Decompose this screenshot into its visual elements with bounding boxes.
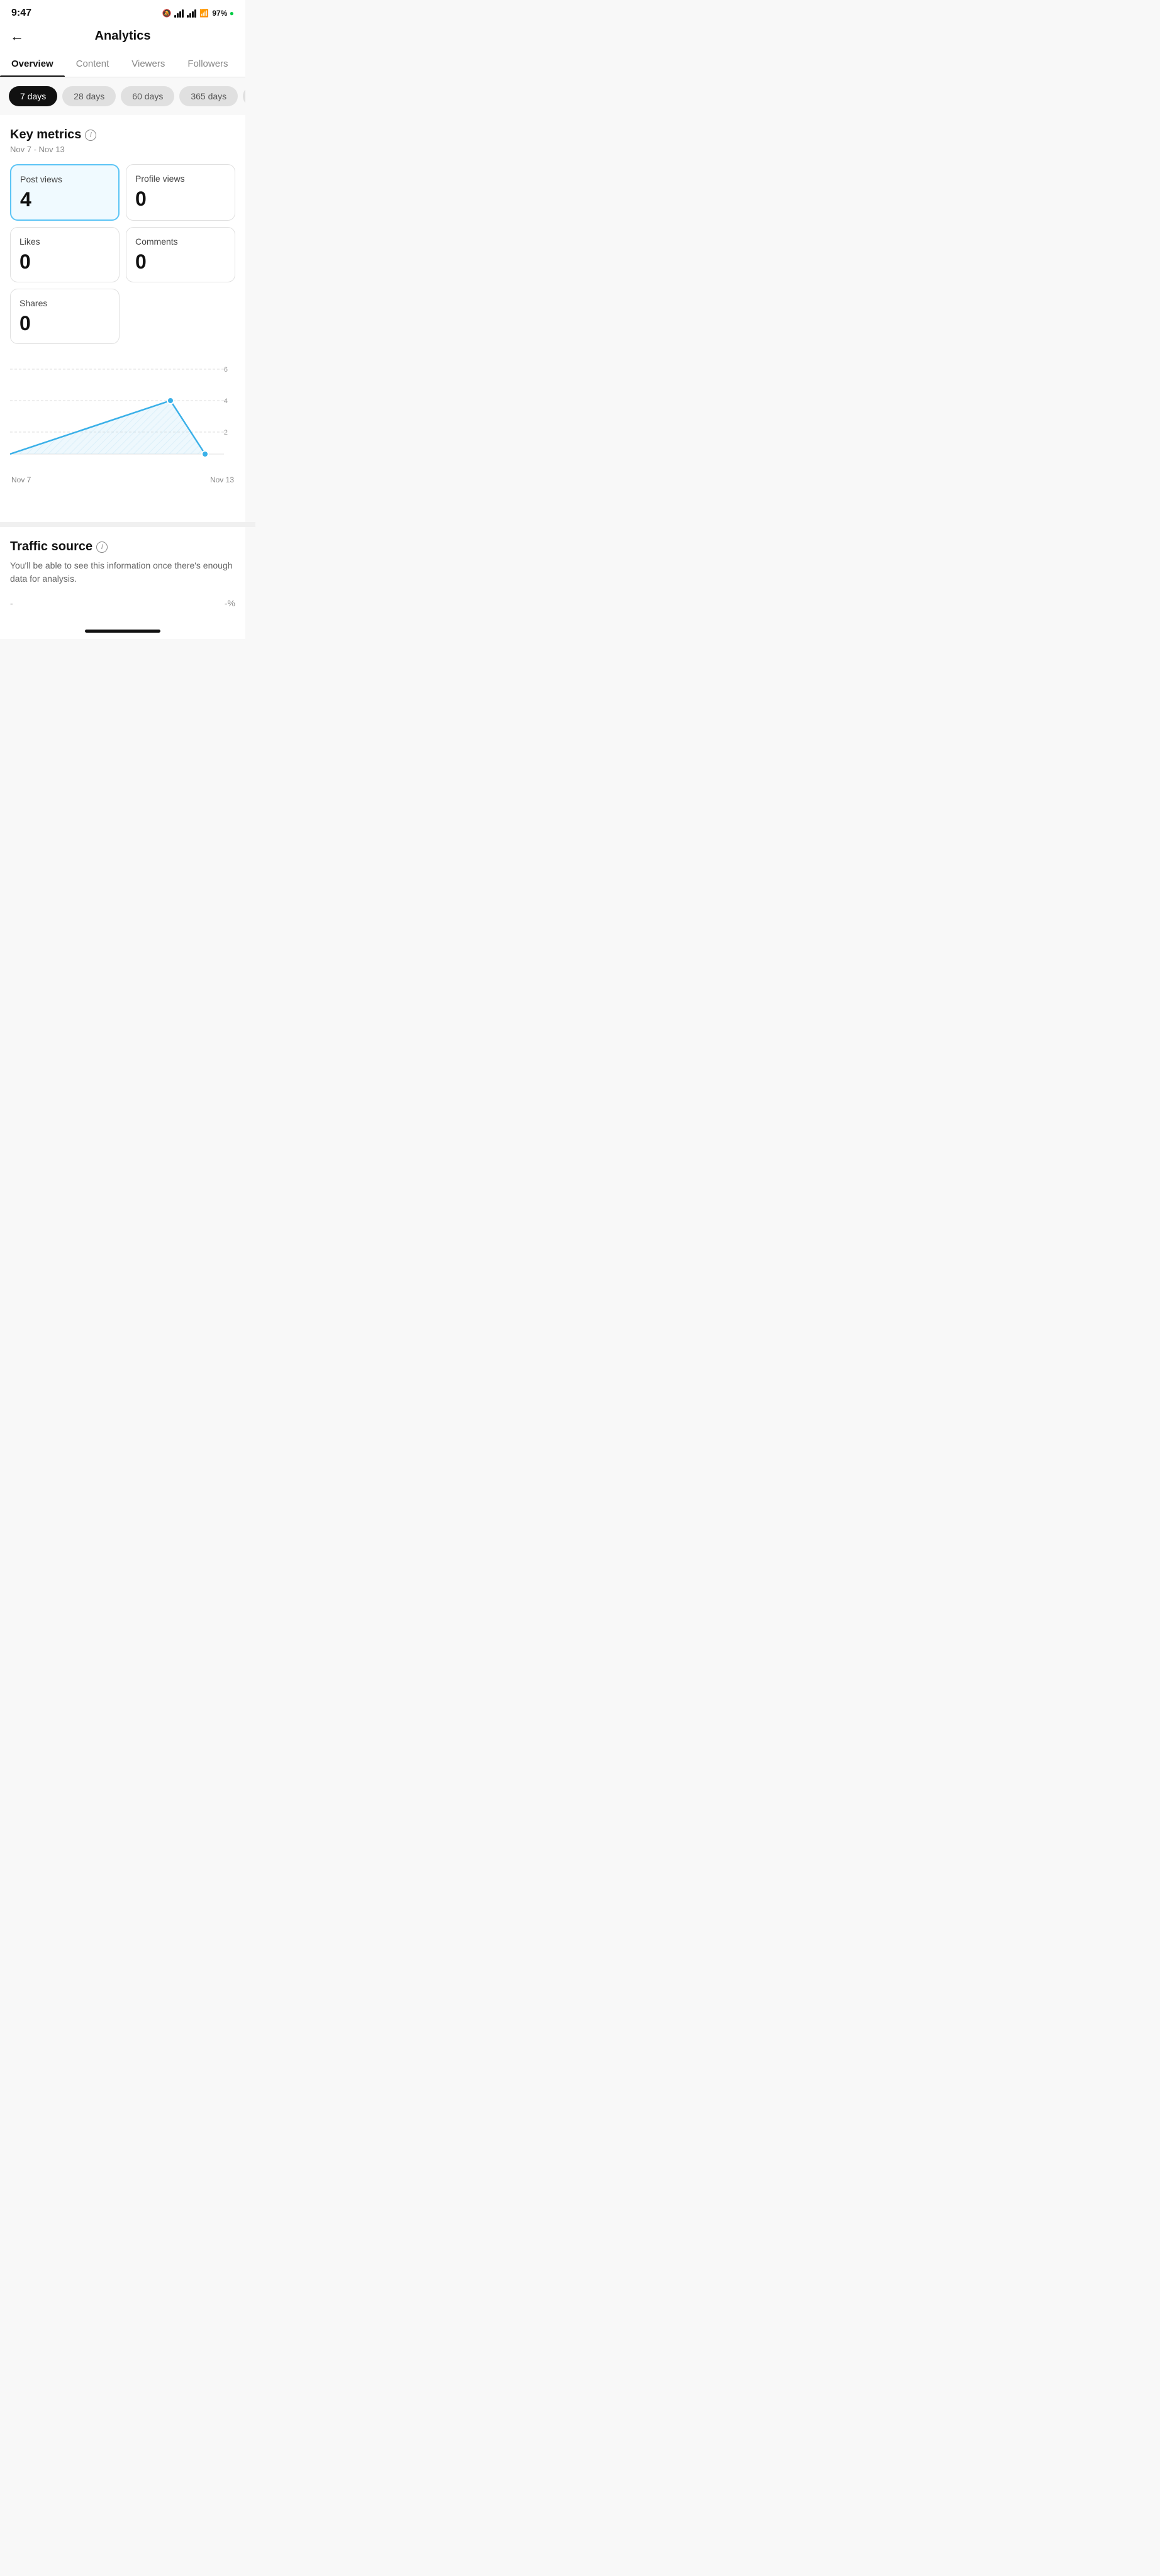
tab-followers[interactable]: Followers bbox=[176, 51, 239, 77]
traffic-description: You'll be able to see this information o… bbox=[10, 559, 235, 586]
chart-label-start: Nov 7 bbox=[11, 475, 31, 484]
profile-views-value: 0 bbox=[135, 189, 226, 209]
time-filter-bar: 7 days 28 days 60 days 365 days Cu... bbox=[0, 77, 245, 115]
shares-card[interactable]: Shares 0 bbox=[10, 289, 120, 344]
likes-label: Likes bbox=[20, 236, 110, 247]
home-indicator bbox=[0, 623, 245, 639]
traffic-right-value: -% bbox=[225, 598, 235, 608]
signal-icon-2 bbox=[187, 9, 196, 18]
status-time: 9:47 bbox=[11, 8, 31, 19]
svg-text:2: 2 bbox=[224, 429, 228, 436]
key-metrics-title: Key metrics i bbox=[10, 128, 235, 142]
section-divider bbox=[0, 522, 255, 527]
wifi-icon: 📶 bbox=[199, 9, 209, 18]
likes-card[interactable]: Likes 0 bbox=[10, 227, 120, 282]
filter-60days[interactable]: 60 days bbox=[121, 86, 174, 106]
svg-text:4: 4 bbox=[224, 397, 228, 405]
chart-svg: 6 4 2 bbox=[10, 357, 235, 470]
comments-value: 0 bbox=[135, 252, 226, 272]
main-content: Key metrics i Nov 7 - Nov 13 Post views … bbox=[0, 115, 245, 522]
page-title: Analytics bbox=[95, 29, 151, 43]
traffic-info-icon[interactable]: i bbox=[96, 541, 108, 553]
chart-container: 6 4 2 bbox=[10, 357, 235, 503]
battery-icon: 97% ● bbox=[212, 9, 234, 18]
back-button[interactable]: ← bbox=[10, 28, 24, 45]
header: ← Analytics bbox=[0, 23, 245, 51]
info-icon[interactable]: i bbox=[85, 130, 96, 141]
status-bar: 9:47 🔕 📶 97% ● bbox=[0, 0, 245, 23]
signal-icon-1 bbox=[174, 9, 184, 18]
tabs-bar: Overview Content Viewers Followers LIVE bbox=[0, 51, 245, 77]
home-bar bbox=[85, 630, 160, 633]
filter-7days[interactable]: 7 days bbox=[9, 86, 57, 106]
post-views-card[interactable]: Post views 4 bbox=[10, 164, 120, 221]
profile-views-card[interactable]: Profile views 0 bbox=[126, 164, 235, 221]
tab-overview[interactable]: Overview bbox=[0, 51, 65, 77]
tab-viewers[interactable]: Viewers bbox=[120, 51, 176, 77]
likes-value: 0 bbox=[20, 252, 110, 272]
post-views-value: 4 bbox=[20, 189, 109, 209]
profile-views-label: Profile views bbox=[135, 174, 226, 184]
comments-label: Comments bbox=[135, 236, 226, 247]
shares-label: Shares bbox=[20, 298, 110, 308]
traffic-source-section: Traffic source i You'll be able to see t… bbox=[0, 527, 245, 623]
status-icons: 🔕 📶 97% ● bbox=[162, 9, 234, 18]
filter-365days[interactable]: 365 days bbox=[179, 86, 238, 106]
chart-label-end: Nov 13 bbox=[210, 475, 234, 484]
traffic-data-row: - -% bbox=[10, 596, 235, 611]
metrics-grid: Post views 4 Profile views 0 Likes 0 Com… bbox=[10, 164, 235, 282]
filter-custom[interactable]: Cu... bbox=[243, 86, 245, 106]
tab-live[interactable]: LIVE bbox=[240, 51, 245, 77]
comments-card[interactable]: Comments 0 bbox=[126, 227, 235, 282]
traffic-left-value: - bbox=[10, 598, 13, 608]
shares-value: 0 bbox=[20, 313, 110, 333]
svg-text:6: 6 bbox=[224, 366, 228, 374]
date-range: Nov 7 - Nov 13 bbox=[10, 145, 235, 154]
filter-28days[interactable]: 28 days bbox=[62, 86, 116, 106]
chart-x-labels: Nov 7 Nov 13 bbox=[10, 475, 235, 484]
post-views-label: Post views bbox=[20, 174, 109, 184]
traffic-source-title: Traffic source i bbox=[10, 540, 235, 554]
tab-content[interactable]: Content bbox=[65, 51, 121, 77]
mute-icon: 🔕 bbox=[162, 9, 171, 18]
